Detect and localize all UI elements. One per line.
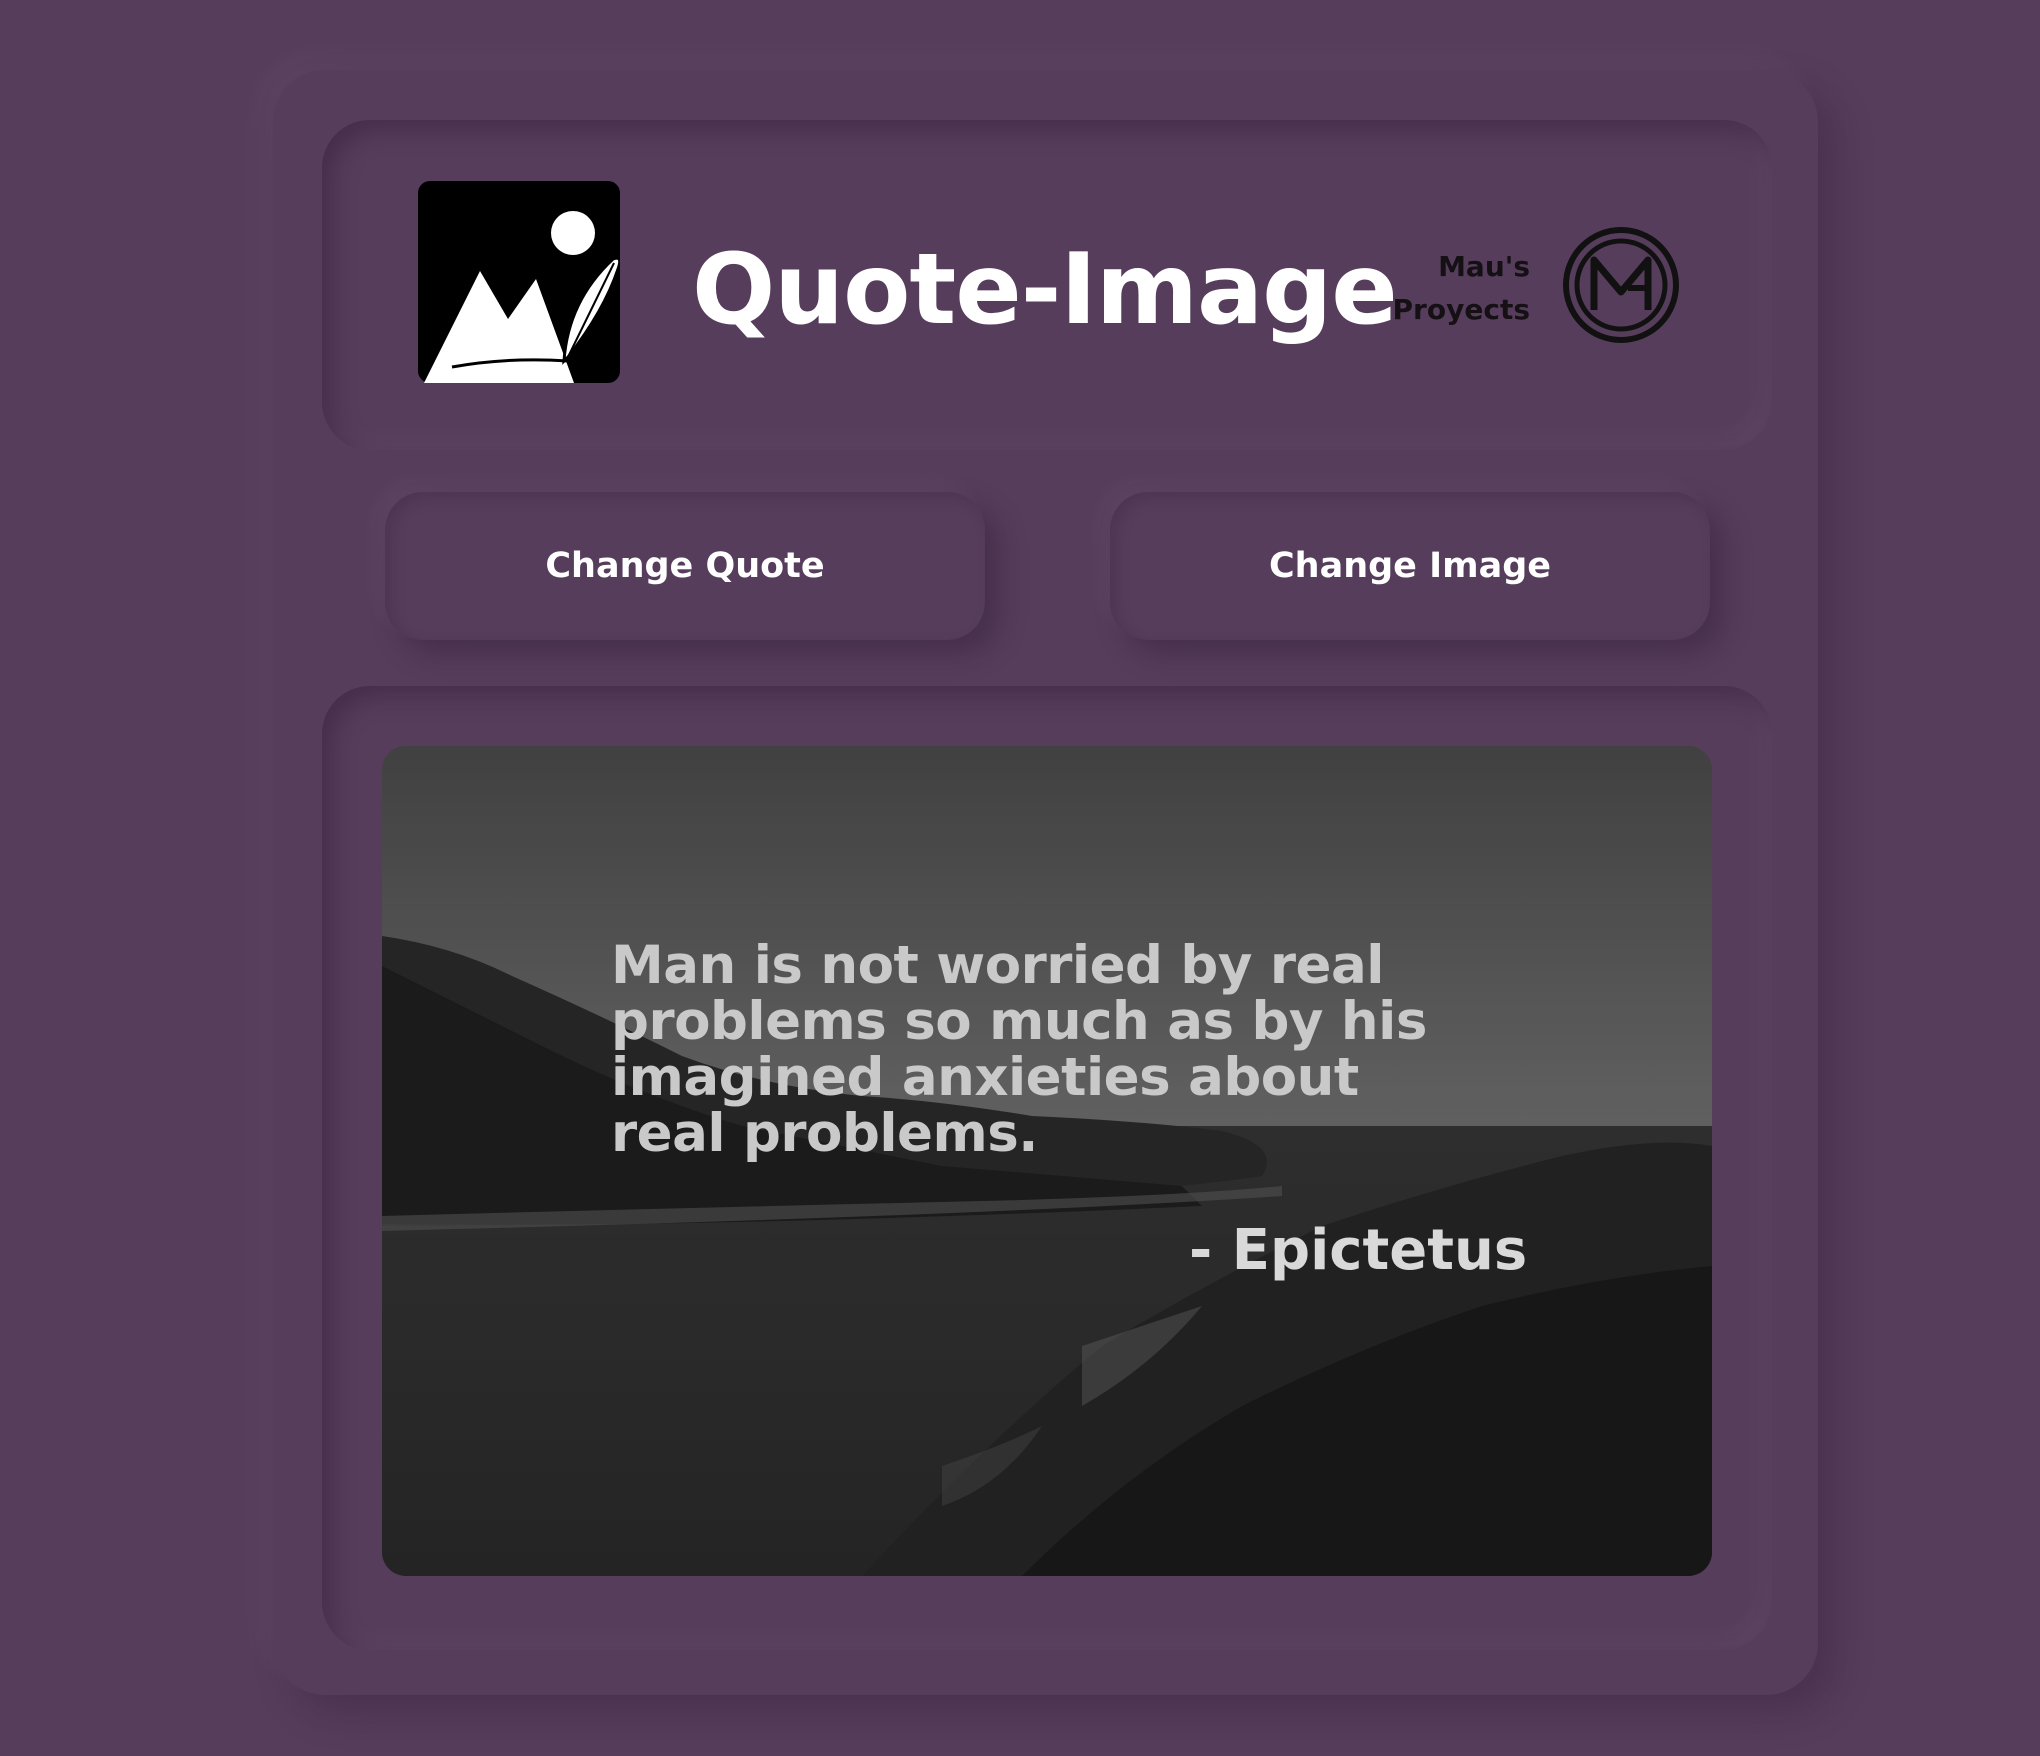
change-quote-button[interactable]: Change Quote	[385, 492, 985, 640]
brand-name-line1: Mau's	[1438, 250, 1530, 283]
mg-monogram-logo[interactable]	[1562, 226, 1680, 344]
image-with-quill-icon	[418, 181, 620, 383]
quote-author: - Epictetus	[1189, 1218, 1528, 1283]
brand-name: Mau's Proyects	[1378, 245, 1530, 331]
brand-name-line2: Proyects	[1392, 293, 1530, 326]
quote-text: Man is not worried by real problems so m…	[611, 935, 1427, 1164]
change-image-button[interactable]: Change Image	[1110, 492, 1710, 640]
quote-image-card: Man is not worried by real problems so m…	[382, 746, 1712, 1576]
app-title: Quote-Image	[692, 233, 1398, 347]
